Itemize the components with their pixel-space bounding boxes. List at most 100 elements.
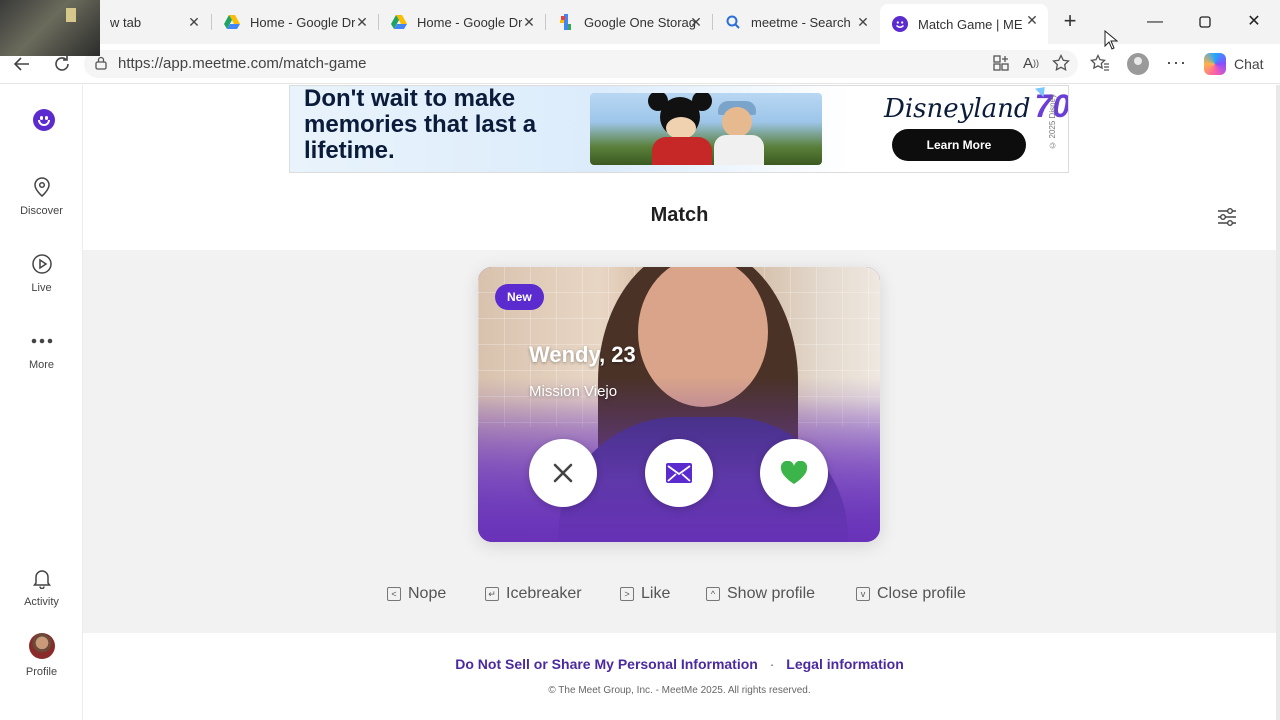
ad-learn-more-button[interactable]: Learn More: [892, 129, 1026, 161]
icebreaker-button[interactable]: [645, 439, 713, 507]
google-drive-icon: [224, 14, 240, 30]
close-icon: [553, 463, 573, 483]
shortcut-like: > Like: [620, 585, 670, 603]
lock-icon: [94, 56, 108, 70]
read-aloud-icon[interactable]: A)): [1020, 52, 1042, 74]
shortcut-label: Icebreaker: [506, 585, 582, 602]
copilot-icon: [1204, 53, 1226, 75]
main-content: Don't wait to make memories that last a …: [83, 85, 1276, 720]
url-field[interactable]: https://app.meetme.com/match-game: [84, 50, 1078, 78]
tab-close-icon[interactable]: ✕: [688, 14, 704, 30]
favorites-icon[interactable]: [1089, 52, 1111, 74]
browser-tab-bar: w tab ✕ Home - Google Dr ✕ Home - Google…: [0, 0, 1280, 56]
footer-separator: ·: [769, 656, 775, 672]
sidebar-item-label: Live: [31, 282, 52, 294]
tab-title: meetme - Search: [751, 14, 851, 30]
shortcut-close-profile: v Close profile: [856, 585, 966, 603]
shortcut-label: Nope: [408, 585, 447, 602]
more-dots-icon: [31, 330, 53, 352]
url-text: https://app.meetme.com/match-game: [118, 55, 367, 72]
left-sidebar: Discover Live More Activity Profile: [0, 85, 83, 720]
tab-google-one[interactable]: Google One Storag ✕: [546, 6, 712, 38]
tab-close-icon[interactable]: ✕: [855, 14, 871, 30]
minimize-button[interactable]: —: [1143, 10, 1167, 34]
up-arrow-key-icon: ^: [706, 587, 720, 601]
browser-profile-icon[interactable]: [1127, 53, 1149, 75]
shortcut-label: Close profile: [877, 585, 966, 602]
match-card[interactable]: New Wendy, 23 Mission Viejo: [478, 267, 880, 542]
location-pin-icon: [31, 176, 53, 198]
tab-close-icon[interactable]: ✕: [354, 14, 370, 30]
app-available-icon[interactable]: [990, 52, 1012, 74]
down-arrow-key-icon: v: [856, 587, 870, 601]
webcam-overlay: [0, 0, 100, 56]
meetme-logo-icon[interactable]: [33, 109, 55, 131]
tab-title: Home - Google Dr: [250, 14, 356, 30]
page-title: Match: [650, 204, 709, 226]
search-icon: [725, 14, 741, 30]
favorite-star-icon[interactable]: [1050, 52, 1072, 74]
bell-icon: [31, 567, 53, 590]
tab-google-drive-1[interactable]: Home - Google Dr ✕: [212, 6, 378, 38]
profile-name-age: Wendy, 23: [529, 342, 636, 367]
tab-match-game[interactable]: Match Game | ME ✕: [880, 4, 1048, 44]
sidebar-item-live[interactable]: Live: [0, 253, 83, 294]
copilot-chat-button[interactable]: Chat: [1204, 50, 1264, 78]
tab-google-drive-2[interactable]: Home - Google Dr ✕: [379, 6, 545, 38]
copyright-text: © The Meet Group, Inc. - MeetMe 2025. Al…: [548, 685, 811, 696]
browser-menu-icon[interactable]: ···: [1166, 52, 1187, 73]
tab-title: w tab: [110, 14, 142, 30]
match-stage: New Wendy, 23 Mission Viejo: [83, 250, 1276, 633]
tab-close-icon[interactable]: ✕: [1024, 12, 1040, 28]
sidebar-item-discover[interactable]: Discover: [0, 176, 83, 217]
tab-title: Match Game | ME: [918, 16, 1023, 32]
maximize-button[interactable]: [1193, 10, 1217, 34]
play-circle-icon: [31, 253, 53, 275]
new-badge: New: [495, 284, 544, 310]
sidebar-item-label: More: [28, 359, 55, 371]
page-scrollbar[interactable]: [1276, 85, 1280, 720]
meetme-icon: [892, 16, 908, 32]
chat-label: Chat: [1234, 56, 1264, 72]
ad-headline: Don't wait to make memories that last a …: [304, 85, 537, 164]
right-arrow-key-icon: >: [620, 587, 634, 601]
avatar: [28, 633, 55, 659]
shortcut-nope: < Nope: [387, 585, 446, 603]
shortcut-label: Like: [641, 585, 671, 602]
shortcut-show-profile: ^ Show profile: [706, 585, 815, 603]
tab-close-icon[interactable]: ✕: [521, 14, 537, 30]
advertisement-banner[interactable]: Don't wait to make memories that last a …: [289, 85, 1069, 173]
profile-location: Mission Viejo: [529, 383, 618, 400]
do-not-sell-link[interactable]: Do Not Sell or Share My Personal Informa…: [455, 656, 758, 672]
heart-icon: [780, 461, 808, 484]
shortcut-label: Show profile: [727, 585, 816, 602]
enter-key-icon: ↵: [485, 587, 499, 601]
footer-links: Do Not Sell or Share My Personal Informa…: [83, 656, 1276, 672]
nope-button[interactable]: [529, 439, 597, 507]
tab-new-tab[interactable]: w tab ✕: [98, 6, 210, 38]
sidebar-item-label: Activity: [24, 596, 59, 608]
envelope-icon: [666, 463, 692, 483]
tab-title: Home - Google Dr: [417, 14, 523, 30]
mouse-cursor-icon: [1104, 30, 1118, 50]
close-window-button[interactable]: ✕: [1242, 10, 1266, 34]
legal-information-link[interactable]: Legal information: [786, 656, 903, 672]
like-button[interactable]: [760, 439, 828, 507]
sidebar-item-profile[interactable]: Profile: [0, 633, 83, 678]
google-drive-icon: [391, 14, 407, 30]
tab-title: Google One Storag: [584, 14, 697, 30]
shortcut-icebreaker: ↵ Icebreaker: [485, 585, 582, 603]
new-tab-button[interactable]: +: [1058, 10, 1082, 34]
sidebar-item-label: Profile: [25, 666, 58, 678]
tab-close-icon[interactable]: ✕: [186, 14, 202, 30]
tab-meetme-search[interactable]: meetme - Search ✕: [713, 6, 879, 38]
ad-copyright: © 2025 Disney: [1048, 94, 1057, 150]
keyboard-shortcuts: < Nope ↵ Icebreaker > Like ^ Show profil…: [83, 585, 1276, 609]
sidebar-item-more[interactable]: More: [0, 330, 83, 371]
address-bar-row: https://app.meetme.com/match-game A)): [0, 44, 1280, 84]
sidebar-item-activity[interactable]: Activity: [0, 567, 83, 608]
ad-image: [590, 93, 822, 165]
google-one-icon: [558, 14, 574, 30]
sidebar-item-label: Discover: [20, 205, 63, 217]
filter-settings-icon[interactable]: [1216, 206, 1238, 228]
